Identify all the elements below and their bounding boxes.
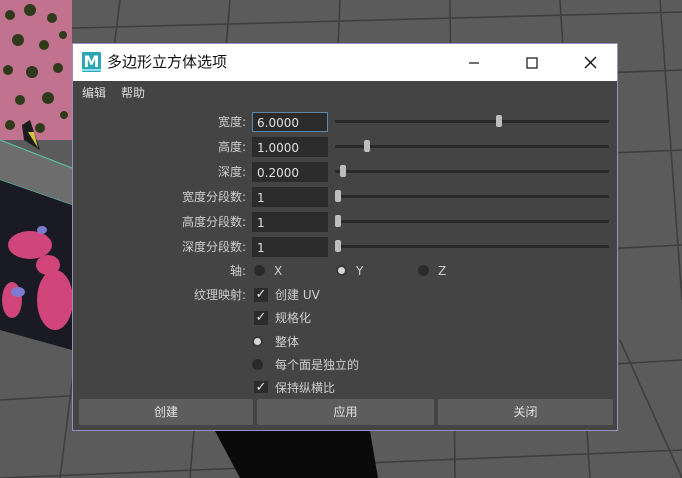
minimize-icon bbox=[469, 61, 479, 64]
polygon-cube-options-dialog: M 多边形立方体选项 编辑 帮助 宽度: 6.0000 高度: 1.0000 深… bbox=[72, 43, 618, 431]
axis-z-radio[interactable] bbox=[418, 265, 429, 276]
width-divisions-field[interactable]: 1 bbox=[252, 187, 328, 207]
width-slider-handle[interactable] bbox=[495, 115, 502, 127]
width-divisions-slider-handle[interactable] bbox=[335, 190, 341, 202]
height-slider-handle[interactable] bbox=[364, 140, 371, 152]
checkmark-icon: ✓ bbox=[255, 380, 267, 394]
keep-ratio-label: 保持纵横比 bbox=[275, 381, 336, 393]
height-label: 高度: bbox=[217, 140, 246, 154]
axis-x-label: X bbox=[274, 264, 283, 278]
menu-bar: 编辑 帮助 bbox=[73, 81, 617, 105]
axis-label: 轴: bbox=[229, 264, 246, 278]
axis-z-label: Z bbox=[438, 264, 447, 278]
width-field[interactable]: 6.0000 bbox=[252, 112, 328, 132]
height-slider[interactable] bbox=[335, 140, 609, 152]
shadow-shape bbox=[215, 431, 378, 478]
maya-logo-icon: M bbox=[82, 52, 101, 72]
mode-per-face-radio[interactable] bbox=[252, 359, 263, 370]
title-bar[interactable]: M 多边形立方体选项 bbox=[73, 44, 617, 81]
width-divisions-slider[interactable] bbox=[335, 190, 609, 202]
close-dialog-button[interactable]: 关闭 bbox=[438, 399, 613, 425]
menu-help[interactable]: 帮助 bbox=[121, 85, 145, 101]
axis-x-radio[interactable] bbox=[254, 265, 265, 276]
mode-whole-radio[interactable] bbox=[252, 336, 263, 347]
normalize-label: 规格化 bbox=[275, 311, 312, 325]
create-uv-checkbox[interactable]: ✓ bbox=[254, 288, 268, 302]
depth-divisions-slider-handle[interactable] bbox=[335, 240, 341, 252]
mode-per-face-label: 每个面是独立的 bbox=[275, 358, 360, 372]
maximize-icon bbox=[526, 56, 538, 69]
axis-y-label: Y bbox=[356, 264, 364, 278]
dialog-footer: 创建 应用 关闭 bbox=[73, 394, 617, 430]
height-divisions-field[interactable]: 1 bbox=[252, 212, 328, 232]
create-button[interactable]: 创建 bbox=[79, 399, 253, 425]
close-button[interactable] bbox=[561, 44, 619, 81]
height-divisions-slider-handle[interactable] bbox=[335, 215, 341, 227]
options-panel: 宽度: 6.0000 高度: 1.0000 深度: 0.2000 宽度分段数: … bbox=[77, 105, 613, 393]
depth-divisions-field[interactable]: 1 bbox=[252, 237, 328, 257]
depth-slider[interactable] bbox=[335, 165, 609, 177]
minimize-button[interactable] bbox=[445, 44, 503, 81]
depth-label: 深度: bbox=[217, 165, 246, 179]
depth-field[interactable]: 0.2000 bbox=[252, 162, 328, 182]
height-divisions-label: 高度分段数: bbox=[181, 215, 246, 229]
depth-slider-handle[interactable] bbox=[340, 165, 347, 177]
keep-ratio-checkbox[interactable]: ✓ bbox=[254, 381, 268, 393]
axis-y-radio[interactable] bbox=[336, 265, 347, 276]
depth-divisions-slider[interactable] bbox=[335, 240, 609, 252]
create-uv-label: 创建 UV bbox=[275, 288, 320, 302]
width-divisions-label: 宽度分段数: bbox=[181, 190, 246, 204]
height-divisions-slider[interactable] bbox=[335, 215, 609, 227]
apply-button[interactable]: 应用 bbox=[257, 399, 434, 425]
close-icon bbox=[584, 56, 596, 69]
mode-whole-label: 整体 bbox=[275, 335, 300, 349]
checkmark-icon: ✓ bbox=[255, 310, 267, 325]
maximize-button[interactable] bbox=[503, 44, 561, 81]
width-slider[interactable] bbox=[335, 115, 609, 127]
texture-mapping-label: 纹理映射: bbox=[193, 288, 246, 302]
height-field[interactable]: 1.0000 bbox=[252, 137, 328, 157]
checkmark-icon: ✓ bbox=[255, 287, 267, 302]
depth-divisions-label: 深度分段数: bbox=[181, 240, 246, 254]
width-label: 宽度: bbox=[217, 115, 246, 129]
dialog-title: 多边形立方体选项 bbox=[107, 53, 228, 71]
normalize-checkbox[interactable]: ✓ bbox=[254, 311, 268, 325]
textured-cube bbox=[0, 0, 73, 350]
menu-edit[interactable]: 编辑 bbox=[82, 85, 106, 101]
